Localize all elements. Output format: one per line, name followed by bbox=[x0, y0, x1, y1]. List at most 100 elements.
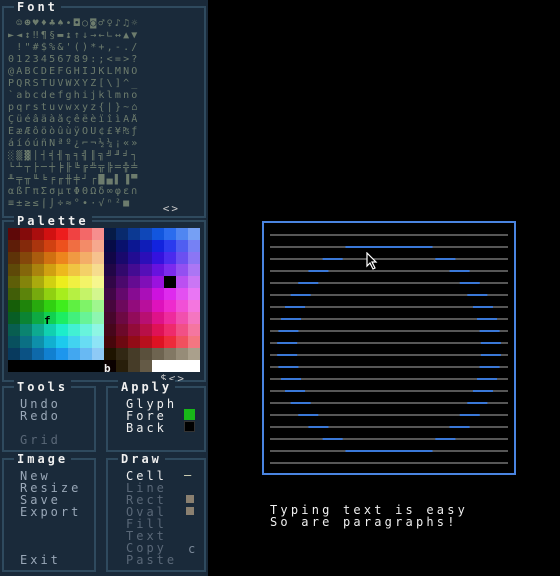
palette-swatch[interactable] bbox=[152, 324, 164, 336]
palette-swatch[interactable] bbox=[92, 252, 104, 264]
palette-swatch[interactable] bbox=[56, 240, 68, 252]
palette-swatch[interactable] bbox=[188, 264, 200, 276]
palette-swatch[interactable] bbox=[32, 300, 44, 312]
palette-swatch[interactable] bbox=[80, 252, 92, 264]
font-glyph-row[interactable]: !"#$%&'()*+,-./ bbox=[8, 42, 200, 54]
palette-swatch[interactable] bbox=[44, 336, 56, 348]
palette-swatch[interactable] bbox=[140, 264, 152, 276]
palette-swatch[interactable] bbox=[32, 264, 44, 276]
palette-swatch[interactable] bbox=[104, 228, 116, 240]
palette-swatch[interactable] bbox=[32, 252, 44, 264]
palette-swatch[interactable] bbox=[80, 300, 92, 312]
palette-swatch[interactable] bbox=[176, 240, 188, 252]
palette-swatch[interactable] bbox=[128, 276, 140, 288]
palette-swatch[interactable] bbox=[164, 360, 176, 372]
palette-swatch[interactable] bbox=[20, 360, 32, 372]
palette-swatch[interactable] bbox=[116, 276, 128, 288]
font-glyph-row[interactable]: ÇüéâäàåçêëèïîìÄÅ bbox=[8, 114, 200, 126]
palette-swatch[interactable] bbox=[92, 312, 104, 324]
palette-swatch[interactable] bbox=[80, 348, 92, 360]
palette-swatch[interactable] bbox=[80, 276, 92, 288]
palette-swatch[interactable] bbox=[176, 312, 188, 324]
palette-swatch[interactable] bbox=[32, 312, 44, 324]
palette-swatch[interactable] bbox=[116, 348, 128, 360]
palette-swatch[interactable] bbox=[20, 312, 32, 324]
palette-swatch[interactable] bbox=[104, 300, 116, 312]
drawing-canvas[interactable] bbox=[262, 221, 516, 475]
palette-swatch[interactable] bbox=[68, 348, 80, 360]
palette-swatch[interactable] bbox=[20, 324, 32, 336]
palette-swatch[interactable] bbox=[104, 336, 116, 348]
palette-swatch[interactable] bbox=[116, 312, 128, 324]
palette-swatch[interactable] bbox=[140, 324, 152, 336]
palette-swatch[interactable] bbox=[56, 360, 68, 372]
palette-swatch[interactable] bbox=[68, 300, 80, 312]
palette-swatch[interactable] bbox=[8, 276, 20, 288]
palette-swatch[interactable] bbox=[32, 288, 44, 300]
palette-swatch[interactable] bbox=[20, 252, 32, 264]
palette-swatch[interactable] bbox=[140, 348, 152, 360]
palette-swatch[interactable] bbox=[104, 264, 116, 276]
font-glyph-row[interactable]: 0123456789:;<=>? bbox=[8, 54, 200, 66]
palette-swatch[interactable] bbox=[176, 288, 188, 300]
palette-swatch[interactable] bbox=[176, 252, 188, 264]
palette-swatch[interactable] bbox=[56, 312, 68, 324]
palette-swatch[interactable] bbox=[116, 228, 128, 240]
palette-swatch[interactable] bbox=[188, 228, 200, 240]
palette-swatch[interactable] bbox=[32, 348, 44, 360]
palette-swatch[interactable] bbox=[80, 360, 92, 372]
palette-swatch[interactable] bbox=[188, 324, 200, 336]
palette-swatch[interactable] bbox=[44, 300, 56, 312]
palette-swatch[interactable] bbox=[44, 264, 56, 276]
font-page-arrows[interactable]: <> bbox=[163, 202, 180, 215]
font-glyph-row[interactable]: pqrstuvwxyz{|}~⌂ bbox=[8, 102, 200, 114]
palette-swatch[interactable] bbox=[188, 360, 200, 372]
palette-swatch[interactable] bbox=[44, 360, 56, 372]
palette-swatch[interactable] bbox=[104, 288, 116, 300]
palette-swatch[interactable] bbox=[152, 360, 164, 372]
palette-swatch[interactable] bbox=[128, 336, 140, 348]
palette-swatch[interactable] bbox=[140, 228, 152, 240]
palette-swatch[interactable] bbox=[44, 252, 56, 264]
palette-swatch[interactable] bbox=[92, 348, 104, 360]
palette-swatch[interactable] bbox=[140, 288, 152, 300]
font-glyph-row[interactable]: αßΓπΣσµτΦΘΩδ∞φε∩ bbox=[8, 186, 200, 198]
palette-swatch[interactable] bbox=[92, 300, 104, 312]
palette-swatch[interactable] bbox=[44, 228, 56, 240]
palette-swatch[interactable] bbox=[188, 300, 200, 312]
palette-swatch[interactable] bbox=[8, 288, 20, 300]
palette-color-grid[interactable] bbox=[8, 228, 200, 372]
palette-swatch[interactable] bbox=[68, 288, 80, 300]
palette-swatch[interactable] bbox=[176, 276, 188, 288]
palette-swatch[interactable] bbox=[152, 348, 164, 360]
palette-swatch[interactable] bbox=[92, 276, 104, 288]
palette-swatch[interactable] bbox=[92, 240, 104, 252]
palette-swatch[interactable] bbox=[80, 336, 92, 348]
palette-swatch[interactable] bbox=[8, 348, 20, 360]
palette-swatch[interactable] bbox=[68, 324, 80, 336]
palette-swatch[interactable] bbox=[20, 228, 32, 240]
palette-swatch[interactable] bbox=[32, 336, 44, 348]
palette-swatch[interactable] bbox=[104, 240, 116, 252]
palette-swatch[interactable] bbox=[152, 276, 164, 288]
palette-swatch[interactable] bbox=[80, 240, 92, 252]
palette-swatch[interactable] bbox=[68, 252, 80, 264]
palette-swatch[interactable] bbox=[92, 228, 104, 240]
palette-swatch[interactable] bbox=[188, 288, 200, 300]
font-glyph-row[interactable]: `abcdefghijklmno bbox=[8, 90, 200, 102]
palette-swatch[interactable] bbox=[116, 324, 128, 336]
palette-swatch[interactable] bbox=[128, 300, 140, 312]
palette-swatch[interactable] bbox=[56, 324, 68, 336]
palette-swatch[interactable] bbox=[8, 360, 20, 372]
font-glyph-row[interactable]: └┴┬├─┼╞╟╚╔╩╦╠═╬╧ bbox=[8, 162, 200, 174]
palette-swatch[interactable] bbox=[116, 264, 128, 276]
palette-swatch[interactable] bbox=[32, 324, 44, 336]
palette-swatch[interactable] bbox=[92, 336, 104, 348]
palette-swatch[interactable] bbox=[164, 264, 176, 276]
palette-swatch[interactable] bbox=[56, 288, 68, 300]
palette-swatch[interactable] bbox=[68, 240, 80, 252]
palette-swatch[interactable] bbox=[176, 264, 188, 276]
palette-swatch[interactable] bbox=[128, 252, 140, 264]
palette-swatch[interactable] bbox=[176, 228, 188, 240]
palette-swatch[interactable] bbox=[164, 336, 176, 348]
